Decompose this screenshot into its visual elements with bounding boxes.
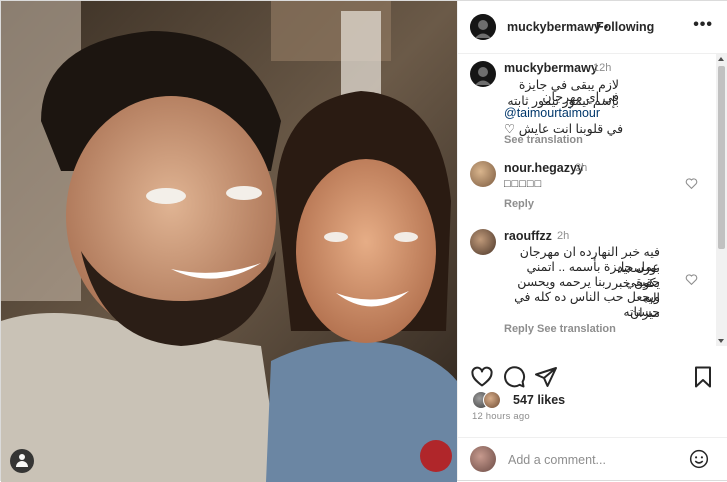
caption-avatar[interactable] (470, 61, 496, 87)
comments-list: muckybermawy 12h لازم يبقى في جايزة بإسم… (458, 54, 716, 346)
post-photo[interactable] (1, 1, 457, 482)
post-sidebar: muckybermawy • Following ••• muckybermawy… (457, 1, 727, 480)
emoji-icon[interactable] (689, 449, 709, 469)
see-translation-button[interactable]: See translation (504, 134, 583, 146)
avatar-image (470, 14, 496, 40)
scroll-down-arrow[interactable] (718, 339, 724, 343)
following-button[interactable]: Following (596, 20, 654, 34)
avatar-image (475, 67, 491, 85)
bookmark-icon[interactable] (691, 365, 715, 389)
comments-scrollbar[interactable] (716, 54, 727, 346)
reply-button[interactable]: Reply (504, 323, 534, 335)
heart-icon[interactable] (470, 365, 494, 389)
post-time[interactable]: 12 hours ago (472, 411, 530, 422)
user-tag-icon[interactable] (10, 449, 34, 473)
comment-like-icon[interactable] (685, 177, 698, 190)
add-comment-bar (458, 437, 727, 481)
author-username-text[interactable]: muckybermawy (507, 20, 601, 34)
comment-text: □□□□□ (504, 178, 543, 190)
comment-time[interactable]: 2h (575, 162, 587, 174)
instagram-post-modal: muckybermawy • Following ••• muckybermawy… (0, 0, 727, 482)
scroll-up-arrow[interactable] (718, 57, 724, 61)
more-options-button[interactable]: ••• (693, 16, 713, 34)
caption-time[interactable]: 12h (593, 62, 611, 74)
comment-username[interactable]: raouffzz (504, 229, 552, 243)
likes-count[interactable]: 547 likes (513, 393, 565, 407)
mention-link[interactable]: @taimourtaimour (504, 105, 600, 121)
comment-text-line-5: حسناته (623, 305, 660, 319)
post-header: muckybermawy • Following ••• (458, 1, 727, 54)
reply-button[interactable]: Reply (504, 198, 534, 210)
share-icon[interactable] (534, 365, 558, 389)
current-user-avatar (470, 446, 496, 472)
caption-line-2: في اي مهرجان (542, 90, 619, 104)
comment-like-icon[interactable] (685, 273, 698, 286)
liker-avatar[interactable] (483, 391, 501, 409)
comment-username[interactable]: nour.hegazyy (504, 161, 584, 175)
comment-time[interactable]: 2h (557, 230, 569, 242)
author-avatar[interactable] (470, 14, 496, 40)
commenter-avatar[interactable] (470, 229, 496, 255)
selfie-image (1, 1, 457, 482)
scroll-thumb[interactable] (718, 66, 725, 249)
see-translation-button[interactable]: See translation (537, 323, 616, 335)
caption-username[interactable]: muckybermawy (504, 61, 598, 75)
action-bar (458, 360, 727, 394)
commenter-avatar[interactable] (470, 161, 496, 187)
comment-input[interactable] (506, 450, 680, 470)
comment-icon[interactable] (502, 365, 526, 389)
